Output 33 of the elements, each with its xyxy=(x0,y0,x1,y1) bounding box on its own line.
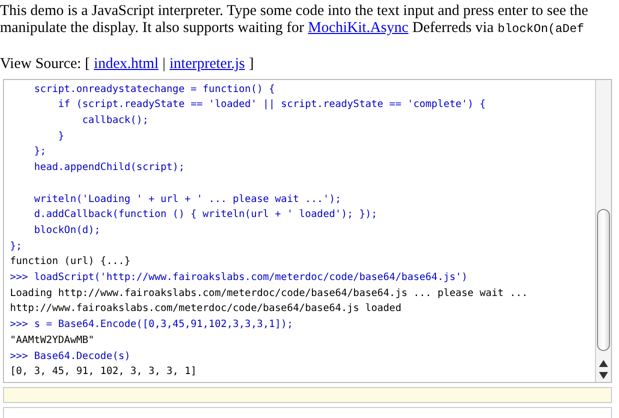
output-line: function (url) {...} xyxy=(10,256,130,268)
inline-code: blockOn(aDef xyxy=(498,21,584,38)
code-line: d.addCallback(function () { writeln(url + ' loaded'); }); xyxy=(33,209,378,220)
bracket-text: ] xyxy=(248,56,254,73)
input-line: >>> loadScript('http://www.fairoakslabs.com/meterdoc/code/base64/base64.js') xyxy=(10,272,468,284)
scrollbar[interactable] xyxy=(595,80,611,382)
mochikit-async-link[interactable]: MochiKit.Async xyxy=(308,20,408,37)
code-line: blockOn(d); xyxy=(33,224,100,236)
intro-text: Deferreds via xyxy=(412,20,494,37)
scroll-down-icon[interactable] xyxy=(599,372,608,379)
code-line: } xyxy=(57,130,64,142)
input-line: >>> s = Base64.Encode([0,3,45,91,102,3,3,3,1]); xyxy=(10,319,293,330)
input-field[interactable] xyxy=(3,387,612,403)
output-line: "AAMtW2YDAwMB" xyxy=(10,334,94,346)
source-link[interactable]: index.html xyxy=(94,56,158,73)
scroll-thumb[interactable] xyxy=(597,209,610,351)
code-line: head.appendChild(script); xyxy=(33,162,185,174)
code-line: script.onreadystatechange = function() { xyxy=(33,84,275,95)
view-source-label: View Source: [ xyxy=(0,56,90,73)
code-line: }; xyxy=(10,240,22,252)
output-line: http://www.fairoakslabs.com/meterdoc/code/base64/base64.js loaded xyxy=(10,303,402,314)
scroll-up-icon[interactable] xyxy=(599,360,608,367)
intro-text: manipulate the display. It also supports waiting for xyxy=(0,20,304,37)
link-separator: | xyxy=(162,56,166,73)
source-link[interactable]: interpreter.js xyxy=(170,56,245,73)
code-line: if (script.readyState == 'loaded' || script.readyState == 'complete') { xyxy=(57,99,486,110)
code-line: }; xyxy=(33,146,46,158)
code-line: writeln('Loading ' + url + ' ... please wait ...'); xyxy=(33,194,342,205)
intro-text: This demo is a JavaScript interpreter. Type some code into the text input and press enter to see the xyxy=(0,3,588,20)
output-line: Loading http://www.fairoakslabs.com/meterdoc/code/base64/base64.js ... please wait ... xyxy=(10,288,528,299)
code-line: callback(); xyxy=(81,115,148,126)
input-line: >>> Base64.Decode(s) xyxy=(10,350,130,362)
output-line: [0, 3, 45, 91, 102, 3, 3, 3, 1] xyxy=(10,366,197,378)
